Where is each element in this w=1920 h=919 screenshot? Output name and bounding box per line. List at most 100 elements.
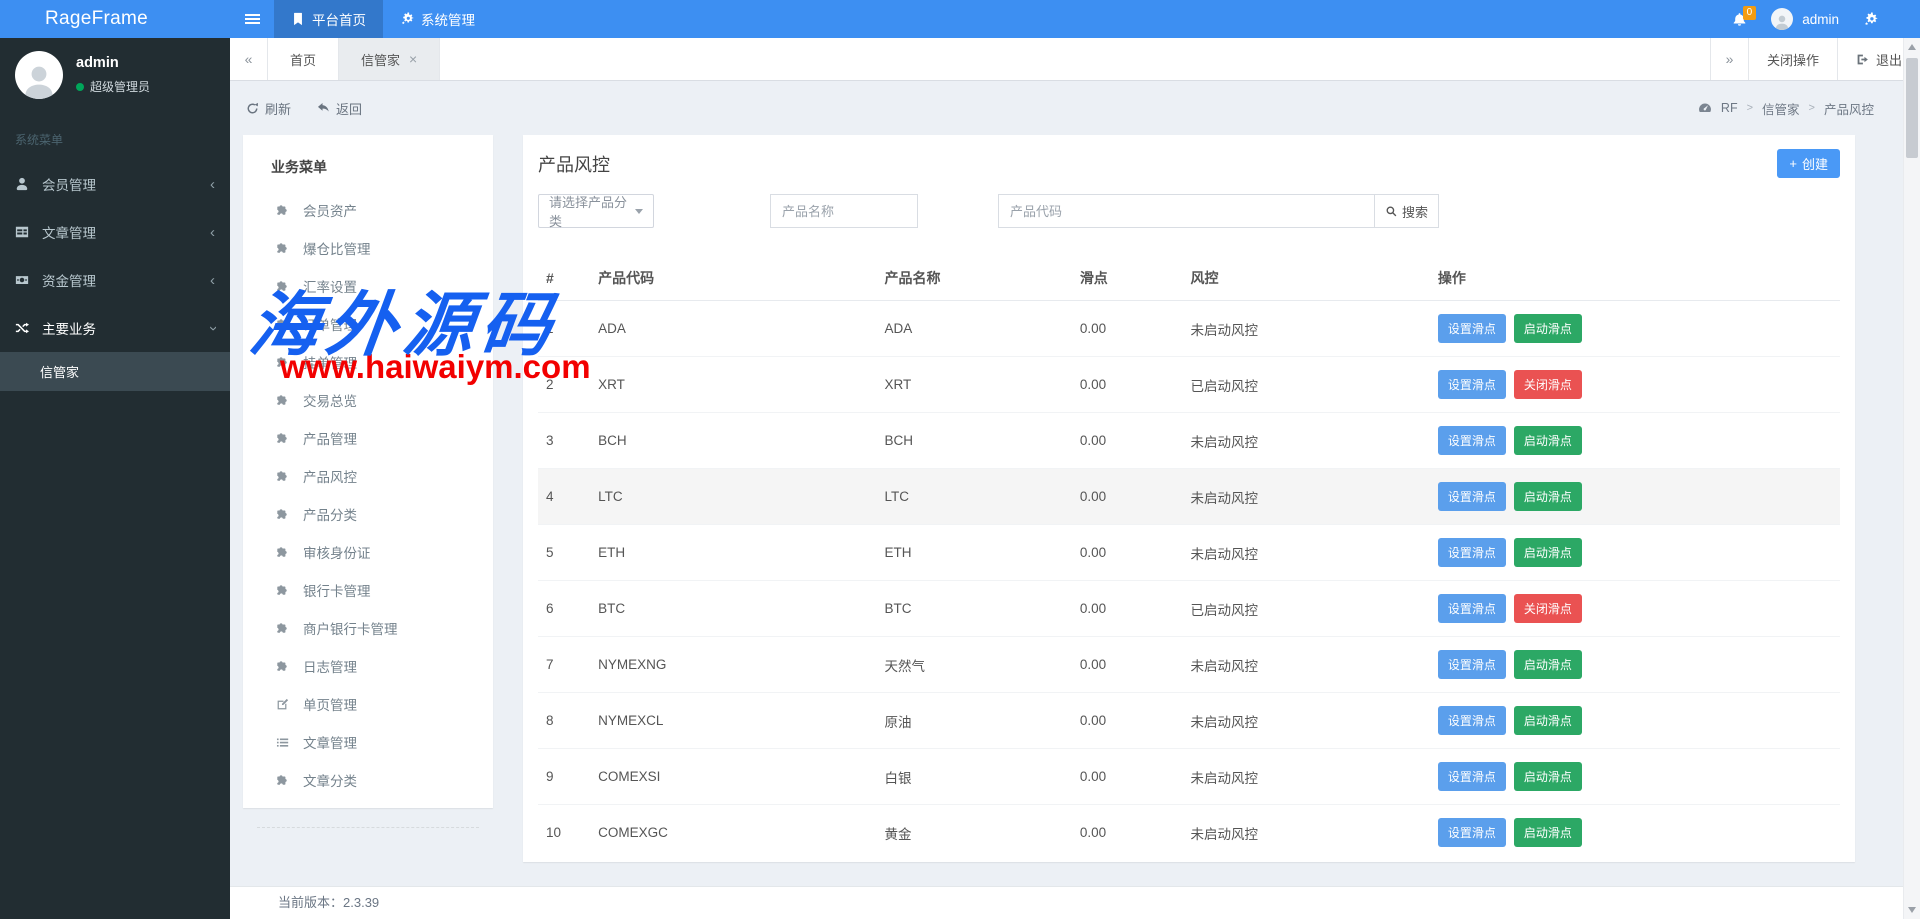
table-row: 3BCHBCH0.00未启动风控设置滑点启动滑点 (538, 413, 1840, 469)
breadcrumb-item[interactable]: 信管家 (1762, 99, 1800, 118)
stop-slippage-button[interactable]: 关闭滑点 (1514, 370, 1582, 399)
business-menu-item[interactable]: 商户银行卡管理 (243, 609, 493, 647)
business-menu-item-label: 爆仓比管理 (303, 238, 371, 258)
business-menu-item[interactable]: 日志管理 (243, 647, 493, 685)
sidebar-item-members[interactable]: 会员管理 ‹ (0, 160, 230, 208)
business-menu-item[interactable]: 银行卡管理 (243, 571, 493, 609)
product-code-cell: COMEXGC (590, 805, 876, 861)
back-button[interactable]: 返回 (317, 99, 362, 118)
start-slippage-button[interactable]: 启动滑点 (1514, 314, 1582, 343)
nav-item-platform-home[interactable]: 平台首页 (274, 0, 383, 38)
sidebar-section-label: 系统菜单 (0, 113, 230, 160)
breadcrumb: RF > 信管家 > 产品风控 (1698, 99, 1904, 118)
set-slippage-button[interactable]: 设置滑点 (1438, 426, 1506, 455)
tabs-scroll-left-button[interactable]: « (230, 38, 268, 80)
set-slippage-button[interactable]: 设置滑点 (1438, 314, 1506, 343)
business-menu-item[interactable]: 订单管理 (243, 305, 493, 343)
sidebar-item-funds[interactable]: 资金管理 ‹ (0, 256, 230, 304)
sidebar-item-articles[interactable]: 文章管理 ‹ (0, 208, 230, 256)
set-slippage-button[interactable]: 设置滑点 (1438, 370, 1506, 399)
list-icon (276, 736, 289, 749)
notifications-button[interactable]: 0 (1732, 12, 1747, 27)
business-menu-item[interactable]: 单页管理 (243, 685, 493, 723)
business-menu-item-label: 订单管理 (303, 314, 357, 334)
scroll-down-arrow-icon[interactable] (1908, 907, 1916, 913)
row-index: 3 (538, 413, 590, 469)
avatar (1771, 8, 1793, 30)
business-menu-list: 会员资产爆仓比管理汇率设置订单管理挂单管理交易总览产品管理产品风控产品分类审核身… (243, 191, 493, 799)
refresh-button[interactable]: 刷新 (246, 99, 291, 118)
set-slippage-button[interactable]: 设置滑点 (1438, 538, 1506, 567)
risk-status-cell: 未启动风控 (1182, 413, 1429, 469)
vertical-scrollbar[interactable] (1903, 38, 1920, 919)
stop-slippage-button[interactable]: 关闭滑点 (1514, 594, 1582, 623)
business-menu-item[interactable]: 爆仓比管理 (243, 229, 493, 267)
business-menu-item[interactable]: 审核身份证 (243, 533, 493, 571)
create-button[interactable]: + 创建 (1777, 149, 1840, 178)
product-name-cell: 黄金 (877, 805, 1072, 861)
start-slippage-button[interactable]: 启动滑点 (1514, 538, 1582, 567)
user-menu[interactable]: admin (1771, 8, 1839, 30)
slippage-cell: 0.00 (1072, 581, 1183, 637)
start-slippage-button[interactable]: 启动滑点 (1514, 482, 1582, 511)
business-menu-item-label: 审核身份证 (303, 542, 371, 562)
row-index: 8 (538, 693, 590, 749)
settings-button[interactable] (1863, 12, 1878, 27)
business-menu-item[interactable]: 产品分类 (243, 495, 493, 533)
business-menu-item-label: 日志管理 (303, 656, 357, 676)
product-name-cell: 原油 (877, 693, 1072, 749)
business-menu-item[interactable]: 交易总览 (243, 381, 493, 419)
risk-status-cell: 未启动风控 (1182, 805, 1429, 861)
product-code-cell: BTC (590, 581, 876, 637)
breadcrumb-root[interactable]: RF (1721, 101, 1738, 115)
set-slippage-button[interactable]: 设置滑点 (1438, 594, 1506, 623)
avatar (15, 51, 63, 99)
business-menu-item[interactable]: 会员资产 (243, 191, 493, 229)
start-slippage-button[interactable]: 启动滑点 (1514, 706, 1582, 735)
set-slippage-button[interactable]: 设置滑点 (1438, 762, 1506, 791)
business-menu-item[interactable]: 汇率设置 (243, 267, 493, 305)
start-slippage-button[interactable]: 启动滑点 (1514, 650, 1582, 679)
gears-icon (400, 12, 414, 26)
actions-cell: 设置滑点关闭滑点 (1430, 357, 1840, 413)
business-menu-item[interactable]: 挂单管理 (243, 343, 493, 381)
nav-item-label: 平台首页 (312, 9, 366, 29)
tabs-scroll-right-button[interactable]: » (1710, 38, 1748, 80)
start-slippage-button[interactable]: 启动滑点 (1514, 762, 1582, 791)
business-menu-item[interactable]: 产品风控 (243, 457, 493, 495)
scroll-up-arrow-icon[interactable] (1908, 44, 1916, 50)
start-slippage-button[interactable]: 启动滑点 (1514, 818, 1582, 847)
scrollbar-thumb[interactable] (1906, 58, 1918, 158)
set-slippage-button[interactable]: 设置滑点 (1438, 650, 1506, 679)
sidebar-subitem-xinguanjia[interactable]: 信管家 (0, 352, 230, 391)
column-header: 操作 (1430, 258, 1840, 301)
business-menu-item-label: 文章分类 (303, 770, 357, 790)
product-category-select[interactable]: 请选择产品分类 (538, 194, 654, 228)
puzzle-icon (276, 774, 289, 787)
actions-cell: 设置滑点启动滑点 (1430, 693, 1840, 749)
slippage-cell: 0.00 (1072, 525, 1183, 581)
tab-xinguanjia[interactable]: 信管家 × (339, 38, 440, 80)
close-icon[interactable]: × (409, 51, 417, 67)
business-menu-item[interactable]: 产品管理 (243, 419, 493, 457)
start-slippage-button[interactable]: 启动滑点 (1514, 426, 1582, 455)
set-slippage-button[interactable]: 设置滑点 (1438, 706, 1506, 735)
close-operations-button[interactable]: 关闭操作 (1748, 38, 1837, 80)
sidebar-item-main-business[interactable]: 主要业务 ‹ (0, 304, 230, 352)
risk-status-cell: 未启动风控 (1182, 301, 1429, 357)
set-slippage-button[interactable]: 设置滑点 (1438, 818, 1506, 847)
search-button[interactable]: 搜索 (1375, 194, 1439, 228)
sign-out-icon (1856, 53, 1869, 66)
nav-item-system-management[interactable]: 系统管理 (383, 0, 492, 38)
set-slippage-button[interactable]: 设置滑点 (1438, 482, 1506, 511)
puzzle-icon (276, 318, 289, 331)
product-name-input[interactable] (770, 194, 918, 228)
sidebar-toggle-button[interactable] (230, 0, 274, 38)
product-code-input[interactable] (998, 194, 1375, 228)
tab-home[interactable]: 首页 (268, 38, 339, 80)
table-row: 4LTCLTC0.00未启动风控设置滑点启动滑点 (538, 469, 1840, 525)
business-menu-item-label: 交易总览 (303, 390, 357, 410)
business-menu-item[interactable]: 文章管理 (243, 723, 493, 761)
business-menu-item[interactable]: 文章分类 (243, 761, 493, 799)
brand-logo[interactable]: RageFrame (0, 0, 230, 38)
